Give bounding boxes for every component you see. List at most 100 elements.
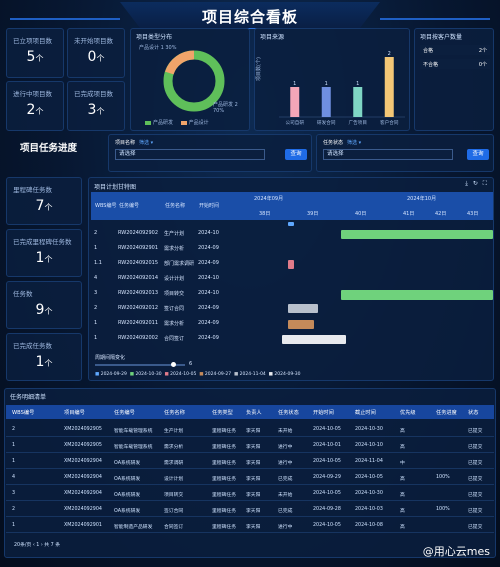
table-col-header: 截止时间 <box>355 410 376 416</box>
gantt-col-wbs: WBS编号 <box>95 203 117 209</box>
donut-label-bottom: 产品研发 2 70% <box>213 102 238 114</box>
table-row-divider <box>6 532 494 533</box>
gantt-cell-start: 2024-10 <box>198 275 219 281</box>
table-cell: 2024-10-05 <box>313 491 341 496</box>
table-row-divider <box>6 452 494 453</box>
donut-slice-design[interactable] <box>165 50 195 75</box>
gantt-cell-name: 设计计划 <box>164 276 185 282</box>
stat-card-completed: 已完成项目数 3个 <box>67 81 125 131</box>
table-col-header: WBS编号 <box>12 410 35 416</box>
gantt-bar[interactable] <box>341 290 493 300</box>
gantt-month: 2024年10月 <box>407 196 437 202</box>
gantt-cell-name: 部门需求调研 <box>164 261 195 267</box>
download-icon[interactable]: ⤓ <box>465 180 468 187</box>
gantt-cell-code: RW2024092002 <box>118 335 159 341</box>
table-cell: 2024-10-05 <box>313 523 341 528</box>
status-row: 合格 2个 <box>420 45 490 55</box>
filter-project: 项目名称 筛选 ▾ 请选择 查询 <box>108 134 312 172</box>
dashboard: 项目综合看板 已立项项目数 5个 未开始项目数 0个 进行中项目数 2个 已完成… <box>0 0 500 567</box>
table-cell: 里程碑任务 <box>212 509 236 514</box>
table-cell: 高 <box>400 445 405 450</box>
table-cell: 已完成 <box>278 477 293 482</box>
stat-value: 7个 <box>35 198 53 214</box>
gantt-day: 40日 <box>355 211 367 217</box>
table-cell: 2024-10-30 <box>355 427 383 432</box>
panel-title: 项目按客户数量 <box>420 34 463 41</box>
table-cell: 已提交 <box>468 493 483 498</box>
gantt-bar[interactable] <box>341 230 493 239</box>
gantt-cell-start: 2024-10 <box>198 230 219 236</box>
gantt-cell-wbs: 1 <box>94 245 98 251</box>
gantt-cell-start: 2024-09 <box>198 335 219 341</box>
gantt-cell-code: RW2024092014 <box>118 275 159 281</box>
table-col-header: 项目编号 <box>64 410 85 416</box>
gantt-cell-wbs: 3 <box>94 290 98 296</box>
table-col-header: 任务编号 <box>114 410 135 416</box>
table-cell: 李天阳 <box>246 461 261 466</box>
table-col-header: 状态 <box>468 410 479 416</box>
status-value: 2个 <box>478 48 487 54</box>
status-select[interactable]: 请选择 <box>323 149 453 160</box>
filter-label: 任务状态 <box>323 140 344 146</box>
table-cell: 高 <box>400 477 405 482</box>
table-cell: OA系统研发 <box>114 509 141 514</box>
stat-value: 1个 <box>35 250 53 266</box>
table-col-header: 任务进度 <box>436 410 457 416</box>
gantt-bar[interactable] <box>288 304 318 313</box>
bar-3[interactable] <box>384 57 394 117</box>
table-cell: 高 <box>400 509 405 514</box>
x-tick-label: 研发合同 <box>317 119 336 126</box>
table-cell: 李天阳 <box>246 429 261 434</box>
table-col-header: 优先级 <box>400 410 416 416</box>
refresh-icon[interactable]: ↻ <box>473 180 478 187</box>
table-cell: 2024-10-08 <box>355 523 383 528</box>
stat-value: 2个 <box>26 102 44 118</box>
fullscreen-icon[interactable]: ⛶ <box>483 180 487 187</box>
table-cell: 2024-11-04 <box>355 459 383 464</box>
table-cell: 需求分析 <box>164 445 184 450</box>
bar-2[interactable] <box>353 87 363 117</box>
bar-1[interactable] <box>321 87 331 117</box>
stat-card-in-progress: 进行中项目数 2个 <box>6 81 64 131</box>
query-button[interactable]: 查询 <box>285 149 307 160</box>
stat-card-approved: 已立项项目数 5个 <box>6 28 64 78</box>
table-cell: OA系统研发 <box>114 493 141 498</box>
stat-value: 9个 <box>35 302 53 318</box>
table-cell: 100% <box>436 475 450 480</box>
bar-value-label: 1 <box>356 81 359 87</box>
filter-tag: 筛选 ▾ <box>139 140 154 146</box>
gantt-bar[interactable] <box>282 335 346 344</box>
zoom-slider[interactable] <box>95 362 185 367</box>
bar-0[interactable] <box>290 87 300 117</box>
pagination[interactable]: 20条/页 ‹ 1 › 共 7 条 <box>14 541 60 548</box>
table-cell: 已提交 <box>468 445 483 450</box>
gantt-cell-name: 合同签订 <box>164 336 185 342</box>
zoom-slider-handle[interactable] <box>171 362 176 367</box>
x-tick-label: 公司自研 <box>286 119 305 126</box>
gantt-cell-start: 2024-09 <box>198 320 219 326</box>
table-cell: 里程碑任务 <box>212 429 236 434</box>
filter-tag: 筛选 ▾ <box>347 140 362 146</box>
gantt-bar[interactable] <box>288 222 294 226</box>
table-cell: 智能制造产品研发 <box>114 525 153 530</box>
panel-title: 项目计划甘特图 <box>94 184 137 191</box>
gantt-bar[interactable] <box>288 260 294 269</box>
panel-title: 任务明细清单 <box>10 394 47 401</box>
table-cell: 李天阳 <box>246 525 261 530</box>
gantt-col-name: 任务名称 <box>165 203 186 209</box>
stat-card-not-started: 未开始项目数 0个 <box>67 28 125 78</box>
table-cell: XM2024092905 <box>64 443 102 448</box>
gantt-cell-start: 2024-09 <box>198 305 219 311</box>
query-button[interactable]: 查询 <box>467 149 489 160</box>
stat-label: 里程碑任务数 <box>13 186 52 194</box>
table-cell: 未开始 <box>278 429 293 434</box>
gantt-bar[interactable] <box>288 320 314 329</box>
project-select[interactable]: 请选择 <box>115 149 265 160</box>
table-cell: 1 <box>12 459 16 464</box>
table-row-divider <box>6 468 494 469</box>
table-cell: 2 <box>12 427 16 432</box>
title-bar: 项目综合看板 <box>120 2 380 29</box>
table-cell: 进行中 <box>278 461 293 466</box>
legend-swatch <box>180 120 187 125</box>
table-cell: 李天阳 <box>246 509 261 514</box>
